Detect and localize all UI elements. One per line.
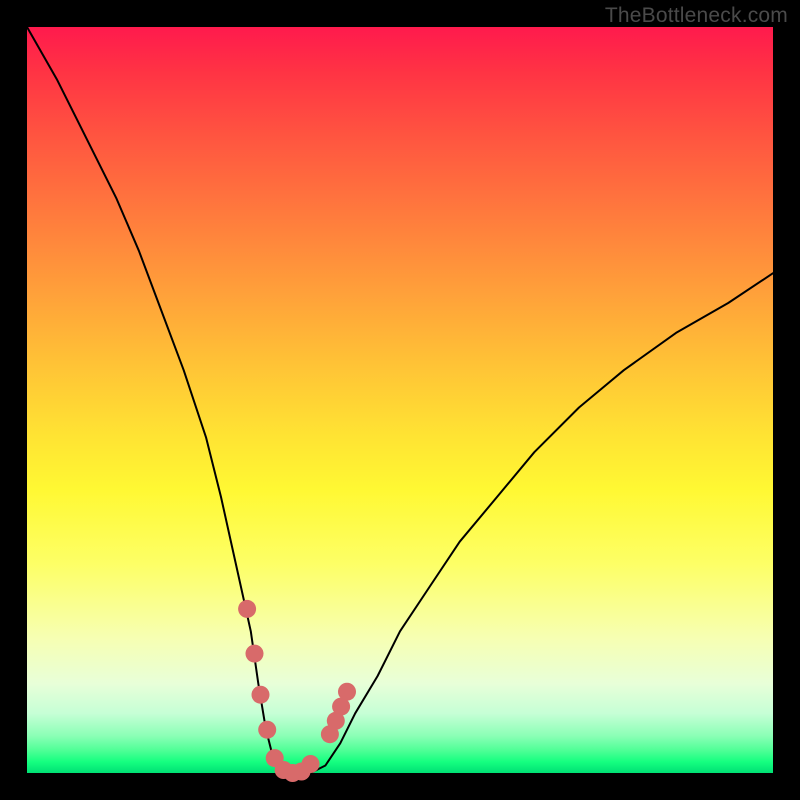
- curve-marker: [252, 686, 270, 704]
- curve-marker: [238, 600, 256, 618]
- bottleneck-curve: [27, 27, 773, 773]
- curve-marker: [302, 755, 320, 773]
- curve-marker: [258, 721, 276, 739]
- curve-marker: [246, 645, 264, 663]
- chart-svg: [27, 27, 773, 773]
- curve-marker: [338, 683, 356, 701]
- plot-area: [27, 27, 773, 773]
- marker-group: [238, 600, 356, 782]
- attribution-text: TheBottleneck.com: [605, 4, 788, 28]
